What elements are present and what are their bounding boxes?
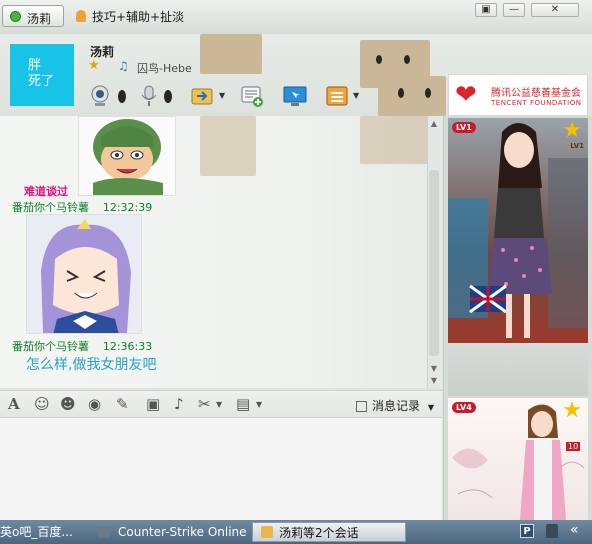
scrollbar-thumb[interactable] — [429, 170, 439, 356]
emoji-icon[interactable]: ☺ — [34, 395, 50, 413]
close-button[interactable]: ✕ — [531, 3, 579, 17]
taskbar-item-label: Counter-Strike Online — [118, 525, 247, 539]
history-icon — [356, 401, 367, 412]
input-toolbar: A ☺ ☻ ◉ ✎ ▣ ♪ ✂ ▼ ▤ ▼ 消息记录 ▼ — [0, 390, 442, 418]
message-text: 怎么样,做我女朋友吧 — [26, 357, 157, 373]
send-file-icon[interactable] — [190, 84, 216, 108]
chat-tab-group-label: 技巧+辅助+扯淡 — [92, 10, 185, 24]
scroll-bottom-arrow-icon[interactable]: ▼ — [429, 376, 439, 385]
microphone-icon[interactable] — [138, 84, 160, 108]
message-history-button[interactable]: 消息记录 ▼ — [356, 397, 434, 414]
message-time: 12:36:33 — [102, 340, 153, 353]
message-input[interactable] — [0, 418, 442, 520]
tray-keyboard-icon[interactable] — [546, 524, 558, 538]
message-sender[interactable]: 番茄你个马铃薯 — [12, 201, 89, 214]
remote-assist-icon[interactable] — [282, 84, 308, 108]
box-eye-decoration — [404, 55, 410, 64]
chevron-down-icon[interactable]: ▼ — [256, 400, 262, 409]
star-icon: ★ — [562, 398, 582, 423]
music-icon[interactable]: ♪ — [174, 395, 184, 413]
emoticon-caption: 难道谈过 — [24, 185, 68, 198]
qq-chat-icon — [261, 526, 273, 538]
taskbar-item-cso[interactable]: Counter-Strike Online — [98, 522, 247, 542]
count-badge: 10 — [566, 442, 581, 451]
tools-icon[interactable]: ▤ — [236, 395, 250, 413]
message-header: 番茄你个马铃薯 12:36:33 — [12, 338, 152, 354]
font-icon[interactable]: A — [8, 395, 20, 413]
charity-name: 腾讯公益慈善基金会 — [491, 88, 581, 99]
message-sender[interactable]: 番茄你个马铃薯 — [12, 340, 89, 353]
taskbar-item-browser[interactable]: 英o吧_百度... — [0, 522, 73, 542]
charity-banner[interactable]: ❤ 腾讯公益慈善基金会 TENCENT FOUNDATION — [448, 74, 588, 116]
video-call-icon[interactable] — [88, 84, 112, 108]
box-eye-decoration — [425, 88, 431, 98]
emoticon-image[interactable] — [26, 214, 142, 334]
contact-status-message[interactable]: 囚鸟-Hebe — [137, 60, 192, 76]
star-icon: ★ — [562, 118, 582, 143]
chat-tab-active[interactable]: 汤莉 — [2, 5, 64, 27]
box-figure-decoration — [378, 76, 446, 116]
tray-expand-chevron-icon[interactable]: « — [570, 522, 579, 538]
minimize-button[interactable]: — — [503, 3, 525, 17]
taskbar-item-label: 汤莉等2个会话 — [279, 526, 359, 540]
screenshot-scissors-icon[interactable]: ✂ — [198, 395, 211, 413]
restore-button[interactable]: ▣ — [475, 3, 497, 17]
box-eye-decoration — [376, 55, 382, 64]
edit-icon[interactable]: ✎ — [116, 395, 129, 413]
message-history-label: 消息记录 — [372, 399, 421, 413]
charity-heart-logo-icon: ❤ — [455, 80, 477, 110]
emoticon-image[interactable] — [78, 116, 176, 196]
message-time: 12:32:39 — [102, 201, 153, 214]
box-eye-decoration — [118, 90, 126, 103]
apps-icon[interactable] — [324, 84, 350, 108]
level-badge: LV1 — [452, 122, 476, 133]
chevron-down-icon[interactable]: ▼ — [216, 400, 222, 409]
chevron-down-icon[interactable]: ▼ — [353, 91, 359, 100]
tray-p-icon[interactable]: P — [520, 524, 534, 538]
windows-taskbar: 英o吧_百度... Counter-Strike Online 汤莉等2个会话 — [0, 520, 592, 544]
box-figure-decoration — [200, 116, 256, 176]
magic-face-icon[interactable]: ☻ — [60, 395, 76, 413]
scroll-up-arrow-icon[interactable]: ▲ — [429, 119, 439, 128]
user-icon — [76, 10, 86, 22]
contact-qq-show[interactable]: LV1 ★ LV1 — [448, 118, 588, 343]
music-note-icon[interactable]: ♫ — [118, 59, 129, 73]
chat-tab-label: 汤莉 — [27, 12, 52, 26]
image-icon[interactable]: ▣ — [146, 395, 160, 413]
vip-star-icon[interactable]: ★ — [88, 58, 100, 73]
panel-gap — [448, 344, 588, 396]
box-eye-decoration — [398, 88, 404, 98]
avatar-text: 胖 死了 — [28, 58, 55, 89]
contact-avatar[interactable]: 胖 死了 — [10, 44, 74, 106]
scroll-down-arrow-icon[interactable]: ▼ — [429, 364, 439, 373]
box-eye-decoration — [164, 90, 172, 103]
shake-window-icon[interactable]: ◉ — [88, 395, 101, 413]
cs-game-icon — [98, 526, 110, 538]
message-header: 番茄你个马铃薯 12:32:39 — [12, 199, 152, 215]
create-discussion-icon[interactable] — [240, 84, 264, 108]
level-badge: LV4 — [452, 402, 476, 413]
star-level-label: LV1 — [570, 142, 584, 150]
chevron-down-icon: ▼ — [427, 403, 434, 412]
chevron-down-icon[interactable]: ▼ — [219, 91, 225, 100]
my-qq-show[interactable]: LV4 ★ 10 — [448, 398, 588, 520]
online-status-icon — [10, 11, 21, 22]
taskbar-item-qq-chat[interactable]: 汤莉等2个会话 — [252, 522, 406, 542]
chat-tab-group[interactable]: 技巧+辅助+扯淡 — [76, 8, 184, 25]
box-figure-decoration — [200, 34, 262, 74]
charity-subtitle: TENCENT FOUNDATION — [491, 99, 582, 107]
